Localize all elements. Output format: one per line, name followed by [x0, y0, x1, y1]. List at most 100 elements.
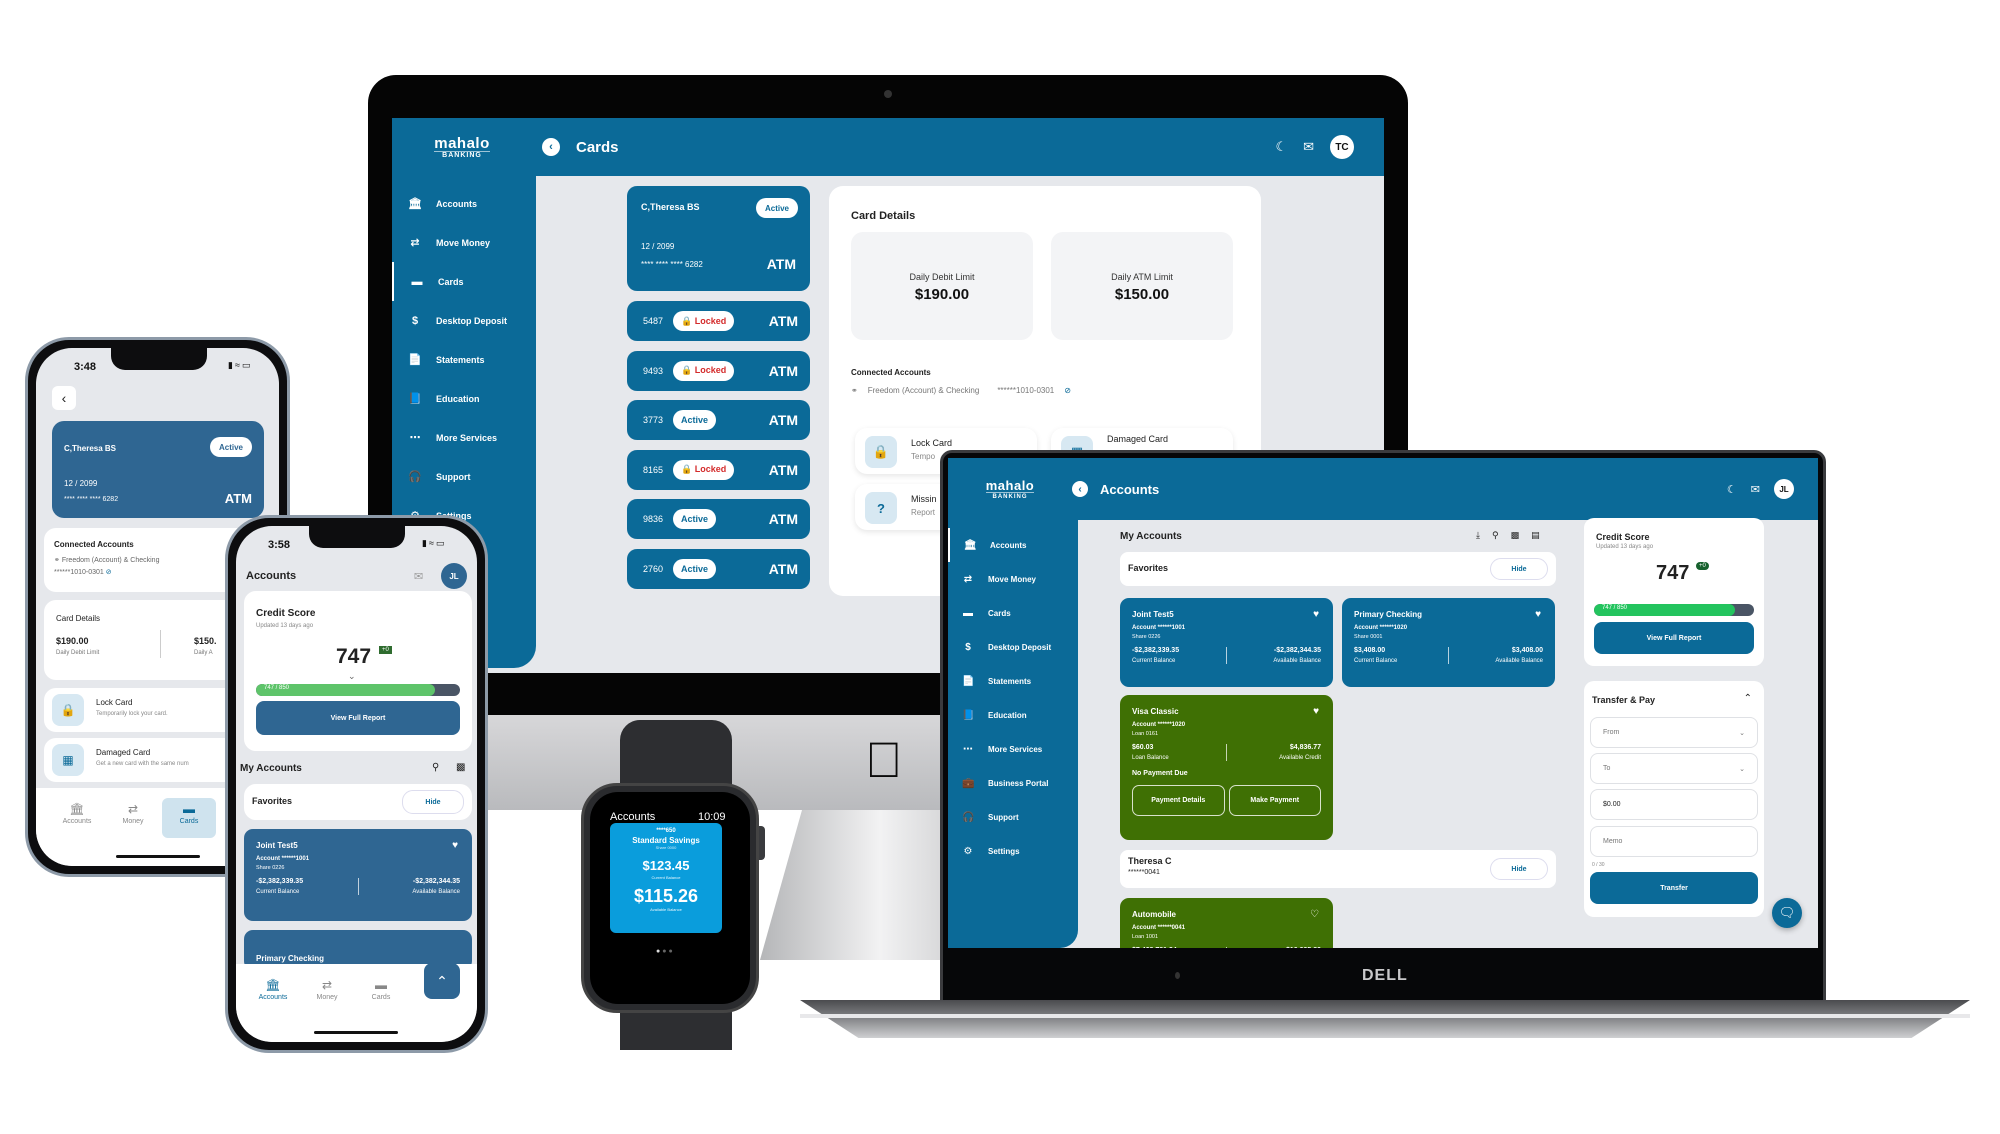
accounts-toolbar: ⤓ ⚲ ▩ ▤: [1476, 530, 1540, 541]
transfer-button[interactable]: Transfer: [1590, 872, 1758, 904]
sidebar-item-desktop-deposit[interactable]: $ Desktop Deposit: [392, 301, 536, 340]
sidebar-item-cards[interactable]: ▬ Cards: [948, 596, 1078, 630]
card-row[interactable]: 9493 🔒 Locked ATM: [627, 350, 810, 391]
sidebar-item-education[interactable]: 📘 Education: [948, 698, 1078, 732]
sidebar-item-accounts[interactable]: 🏛 Accounts: [948, 528, 1078, 562]
favorite-heart-icon[interactable]: ♥: [1313, 706, 1319, 717]
tab-accounts[interactable]: 🏛 Accounts: [50, 798, 104, 838]
hide-group-button[interactable]: Hide: [1490, 858, 1548, 880]
chevron-down-icon: ⌄: [1739, 729, 1745, 737]
sidebar-item-label: More Services: [988, 744, 1043, 754]
avatar[interactable]: JL: [441, 563, 467, 589]
tab-money[interactable]: ⇄ Money: [300, 974, 354, 1014]
view-full-report-button[interactable]: View Full Report: [1594, 622, 1754, 654]
card-last4: 3773: [643, 415, 664, 425]
chat-button[interactable]: 🗨: [1772, 898, 1802, 928]
search-icon[interactable]: ⚲: [432, 762, 439, 773]
my-accounts-title: My Accounts: [240, 763, 302, 774]
sidebar-item-more-services[interactable]: ⋯ More Services: [392, 418, 536, 457]
tab-accounts[interactable]: 🏛 Accounts: [246, 974, 300, 1014]
tab-cards[interactable]: ▬ Cards: [354, 974, 408, 1014]
mail-icon[interactable]: ✉: [1751, 483, 1760, 496]
chevron-down-icon[interactable]: ⌄: [348, 671, 356, 682]
bank-icon: 🏛: [69, 802, 85, 816]
sidebar-item-business-portal[interactable]: 💼 Business Portal: [948, 766, 1078, 800]
moon-icon[interactable]: ☾: [1275, 139, 1287, 155]
from-select[interactable]: From ⌄: [1590, 717, 1758, 748]
account-card[interactable]: Joint Test5 ♥ Account ******1001 Share 0…: [244, 829, 472, 921]
sidebar-item-desktop-deposit[interactable]: $ Desktop Deposit: [948, 630, 1078, 664]
sidebar-item-education[interactable]: 📘 Education: [392, 379, 536, 418]
amount-input[interactable]: $0.00: [1590, 789, 1758, 820]
card-row[interactable]: 2760 Active ATM: [627, 548, 810, 589]
sidebar-item-accounts[interactable]: 🏛 Accounts: [392, 184, 536, 223]
card-row[interactable]: 9836 Active ATM: [627, 499, 810, 539]
hide-favorites-button[interactable]: Hide: [402, 790, 464, 814]
sidebar-item-statements[interactable]: 📄 Statements: [948, 664, 1078, 698]
tab-money[interactable]: ⇄ Money: [106, 798, 160, 838]
to-select[interactable]: To ⌄: [1590, 753, 1758, 784]
account-card[interactable]: Joint Test5 ♥ Account ******1001 Share 0…: [1120, 598, 1333, 687]
eye-off-icon[interactable]: ⊘: [106, 569, 112, 576]
sidebar-item-move-money[interactable]: ⇄ Move Money: [948, 562, 1078, 596]
list-view-icon[interactable]: ▤: [1531, 530, 1540, 541]
moon-icon[interactable]: ☾: [1727, 483, 1737, 496]
avatar[interactable]: JL: [1774, 479, 1794, 499]
favorite-heart-icon[interactable]: ♥: [452, 840, 458, 851]
scroll-to-top-button[interactable]: ⌃: [424, 963, 460, 999]
hide-favorites-button[interactable]: Hide: [1490, 558, 1548, 580]
favorite-heart-icon[interactable]: ♥: [1313, 609, 1319, 620]
collapse-chevron-icon[interactable]: ⌃: [1744, 693, 1752, 704]
payment-status: No Payment Due: [1132, 770, 1188, 777]
account-card[interactable]: Visa Classic ♥ Account ******1020 Loan 0…: [1120, 695, 1333, 840]
home-indicator: [314, 1031, 398, 1034]
sidebar-item-label: Cards: [988, 608, 1011, 618]
card-type: ATM: [768, 511, 798, 527]
sidebar-item-move-money[interactable]: ⇄ Move Money: [392, 223, 536, 262]
sidebar-item-settings[interactable]: ⚙ Settings: [948, 834, 1078, 868]
sidebar-item-label: Business Portal: [988, 778, 1049, 788]
chart-icon[interactable]: ▩: [456, 762, 465, 773]
avatar[interactable]: TC: [1330, 135, 1354, 159]
damaged-card-icon: ▦: [52, 744, 84, 776]
sidebar-item-statements[interactable]: 📄 Statements: [392, 340, 536, 379]
card-last4: 5487: [643, 316, 664, 326]
status-time: 3:48: [74, 361, 97, 373]
apple-logo-icon: : [865, 735, 903, 785]
sidebar-item-more-services[interactable]: ⋯ More Services: [948, 732, 1078, 766]
memo-input[interactable]: Memo: [1590, 826, 1758, 857]
favorite-heart-icon[interactable]: ♥: [1535, 609, 1541, 620]
card-row[interactable]: 5487 🔒 Locked ATM: [627, 301, 810, 341]
watch-account-tile[interactable]: ****650 Standard Savings Share 0000 $123…: [610, 823, 722, 933]
chart-icon[interactable]: ▩: [1511, 530, 1520, 541]
back-button[interactable]: ‹: [542, 138, 560, 156]
mail-icon[interactable]: ✉: [414, 570, 423, 583]
back-button[interactable]: ‹: [1072, 481, 1088, 497]
favorite-heart-outline-icon[interactable]: ♡: [1310, 909, 1319, 920]
download-icon[interactable]: ⤓: [1476, 530, 1480, 541]
tab-cards[interactable]: ▬ Cards: [162, 798, 216, 838]
transfer-pay-panel: Transfer & Pay ⌃ From ⌄ To ⌄ $0.00 Memo 0 …: [1584, 681, 1764, 917]
card-row[interactable]: 3773 Active ATM: [627, 400, 810, 440]
card-row[interactable]: 8165 🔒 Locked ATM: [627, 449, 810, 490]
primary-card[interactable]: C,Theresa BS Active 12 / 2099 **** **** …: [52, 421, 264, 518]
mail-icon[interactable]: ✉: [1303, 139, 1314, 155]
sidebar-item-support[interactable]: 🎧 Support: [392, 457, 536, 496]
primary-card[interactable]: C,Theresa BS Active 12 / 2099 **** **** …: [627, 186, 810, 291]
make-payment-button[interactable]: Make Payment: [1228, 785, 1321, 816]
account-card[interactable]: Automobile ♡ Account ******0041 Loan 100…: [1120, 898, 1333, 948]
sidebar-item-label: Education: [988, 710, 1027, 720]
brand-logo[interactable]: mahalo BANKING: [392, 136, 532, 159]
book-icon: 📘: [408, 393, 422, 405]
brand-logo[interactable]: mahalo BANKING: [948, 478, 1072, 500]
sidebar-item-support[interactable]: 🎧 Support: [948, 800, 1078, 834]
payment-details-button[interactable]: Payment Details: [1132, 785, 1225, 816]
back-button[interactable]: ‹: [52, 386, 76, 410]
search-icon[interactable]: ⚲: [1492, 530, 1499, 541]
sidebar-item-cards[interactable]: ▬ Cards: [392, 262, 536, 301]
imac-camera: [884, 90, 892, 98]
account-card[interactable]: Primary Checking ♥ Account ******1020 Sh…: [1342, 598, 1555, 687]
view-full-report-button[interactable]: View Full Report: [256, 701, 460, 735]
check-deposit-icon: $: [411, 314, 419, 327]
eye-off-icon[interactable]: ⊘: [1064, 386, 1071, 395]
